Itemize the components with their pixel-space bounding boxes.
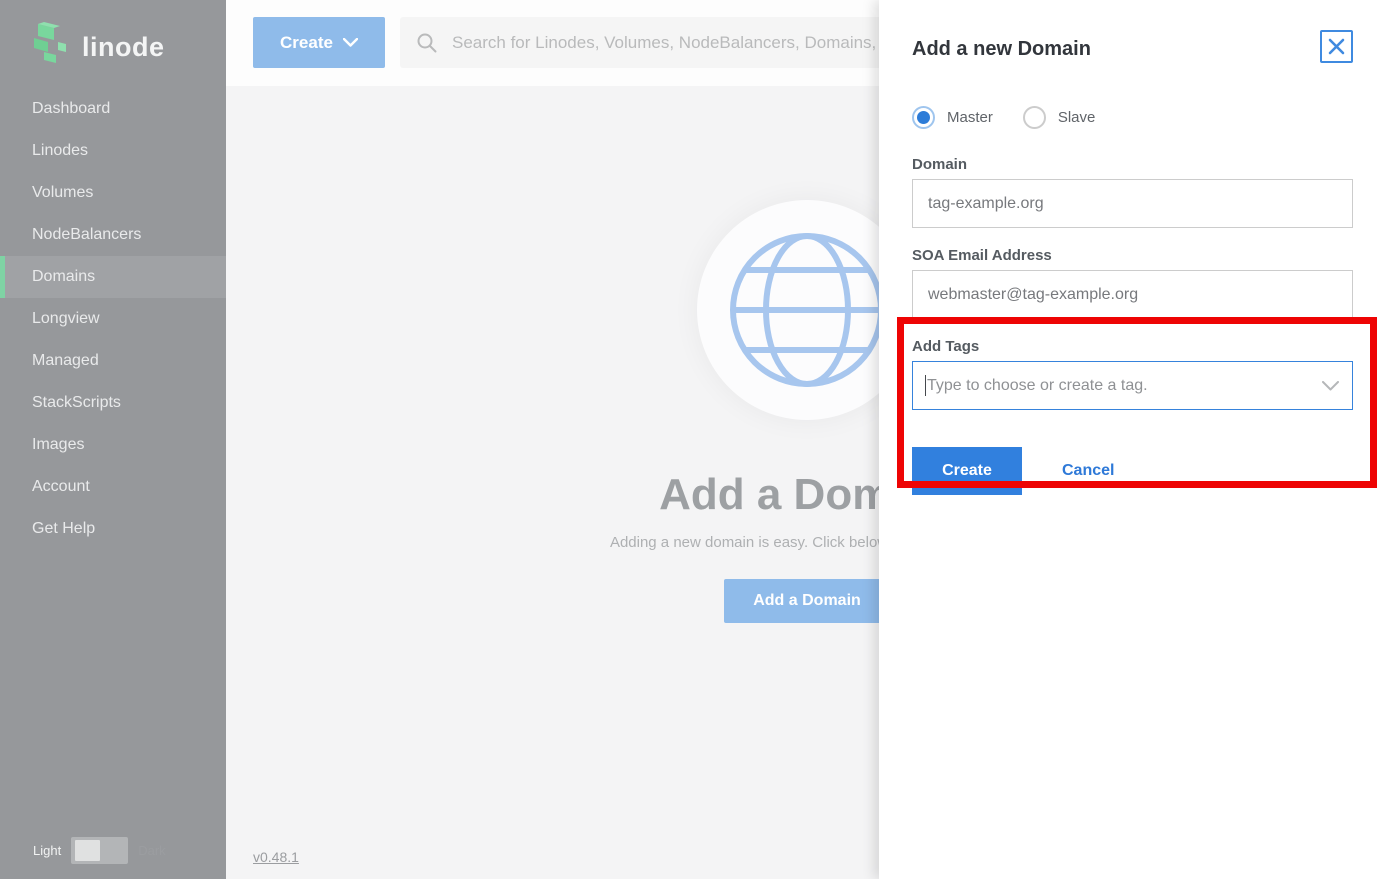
- chevron-down-icon: [343, 38, 358, 47]
- close-icon: [1328, 38, 1345, 55]
- linode-logo[interactable]: linode: [0, 0, 226, 72]
- drawer-header: Add a new Domain: [912, 30, 1353, 63]
- theme-toggle-switch[interactable]: [71, 837, 128, 864]
- theme-dark-label: Dark: [138, 843, 165, 858]
- add-tags-field-label: Add Tags: [912, 338, 1353, 355]
- domain-field-label: Domain: [912, 156, 1353, 173]
- soa-email-field-label: SOA Email Address: [912, 247, 1353, 264]
- soa-email-input[interactable]: [912, 270, 1353, 319]
- create-menu-button[interactable]: Create: [253, 17, 385, 68]
- sidebar-item-get-help[interactable]: Get Help: [0, 508, 226, 550]
- radio-master-label: Master: [947, 109, 993, 126]
- sidebar-item-account[interactable]: Account: [0, 466, 226, 508]
- tags-chevron-down-icon[interactable]: [1322, 381, 1339, 391]
- app-window: linode Dashboard Linodes Volumes NodeBal…: [0, 0, 1388, 879]
- create-menu-label: Create: [280, 33, 333, 53]
- domain-input[interactable]: [912, 179, 1353, 228]
- radio-master[interactable]: Master: [912, 106, 993, 129]
- sidebar-item-longview[interactable]: Longview: [0, 298, 226, 340]
- tags-input[interactable]: [912, 361, 1353, 410]
- sidebar: linode Dashboard Linodes Volumes NodeBal…: [0, 0, 226, 879]
- theme-light-label: Light: [33, 843, 61, 858]
- sidebar-item-volumes[interactable]: Volumes: [0, 172, 226, 214]
- radio-master-dot: [917, 111, 930, 124]
- globe-icon: [727, 230, 887, 390]
- radio-master-control: [912, 106, 935, 129]
- add-a-domain-button[interactable]: Add a Domain: [724, 579, 890, 623]
- drawer-create-button[interactable]: Create: [912, 447, 1022, 495]
- sidebar-item-domains[interactable]: Domains: [0, 256, 226, 298]
- sidebar-item-linodes[interactable]: Linodes: [0, 130, 226, 172]
- add-domain-drawer: Add a new Domain Master Slave Domain SOA…: [879, 0, 1388, 879]
- radio-slave[interactable]: Slave: [1023, 106, 1096, 129]
- theme-toggle-knob: [75, 840, 100, 861]
- linode-logo-text: linode: [82, 32, 165, 63]
- drawer-actions: Create Cancel: [912, 447, 1353, 495]
- sidebar-nav: Dashboard Linodes Volumes NodeBalancers …: [0, 88, 226, 550]
- drawer-title: Add a new Domain: [912, 30, 1091, 61]
- radio-slave-control: [1023, 106, 1046, 129]
- sidebar-item-images[interactable]: Images: [0, 424, 226, 466]
- theme-toggle-row: Light Dark: [0, 821, 226, 879]
- tags-combobox: [912, 361, 1353, 410]
- sidebar-item-managed[interactable]: Managed: [0, 340, 226, 382]
- drawer-close-button[interactable]: [1320, 30, 1353, 63]
- search-icon: [416, 32, 438, 54]
- sidebar-item-nodebalancers[interactable]: NodeBalancers: [0, 214, 226, 256]
- sidebar-item-stackscripts[interactable]: StackScripts: [0, 382, 226, 424]
- domain-type-radio-group: Master Slave: [912, 106, 1353, 129]
- text-cursor: [925, 375, 926, 396]
- radio-slave-label: Slave: [1058, 109, 1096, 126]
- drawer-cancel-button[interactable]: Cancel: [1062, 462, 1114, 480]
- linode-logo-icon: [30, 22, 70, 73]
- version-link[interactable]: v0.48.1: [253, 849, 299, 865]
- sidebar-item-dashboard[interactable]: Dashboard: [0, 88, 226, 130]
